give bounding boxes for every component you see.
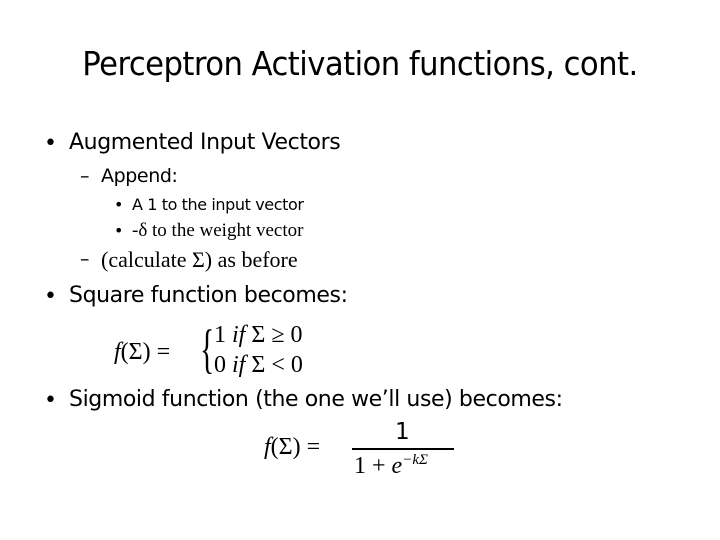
- bullet-marker: •: [44, 131, 57, 156]
- sub-sub-bullet-weight-vector: -δ to the weight vector: [132, 220, 304, 241]
- left-brace: {: [200, 319, 215, 379]
- exponent: −kΣ: [402, 452, 428, 468]
- slide-title: Perceptron Activation functions, cont.: [82, 44, 638, 83]
- bullet-square-function: Square function becomes:: [69, 283, 348, 308]
- case-1: 1 if Σ ≥ 0: [214, 322, 303, 348]
- sub-bullet-calculate-sigma: (calculate Σ) as before: [101, 247, 298, 272]
- function-symbol: f: [114, 339, 121, 365]
- fraction-bar: [352, 448, 454, 450]
- case-2: 0 if Σ < 0: [214, 352, 303, 378]
- bullet-marker: •: [44, 388, 57, 413]
- sub-sub-bullet-input-vector: A 1 to the input vector: [132, 195, 304, 214]
- dash-marker: –: [80, 248, 90, 270]
- fraction-numerator: 1: [395, 419, 410, 445]
- dash-marker: –: [80, 165, 90, 187]
- bullet-marker: •: [114, 221, 124, 240]
- function-argument: (Σ) =: [270, 434, 321, 460]
- bullet-marker: •: [44, 284, 57, 309]
- bullet-marker: •: [114, 195, 124, 214]
- fraction-denominator: 1 + e−kΣ: [354, 452, 428, 479]
- sub-bullet-append: Append:: [101, 165, 178, 187]
- function-argument: (Σ) =: [120, 339, 171, 365]
- bullet-augmented-input-vectors: Augmented Input Vectors: [69, 130, 341, 155]
- function-symbol: f: [264, 434, 271, 460]
- bullet-sigmoid-function: Sigmoid function (the one we’ll use) bec…: [69, 387, 563, 412]
